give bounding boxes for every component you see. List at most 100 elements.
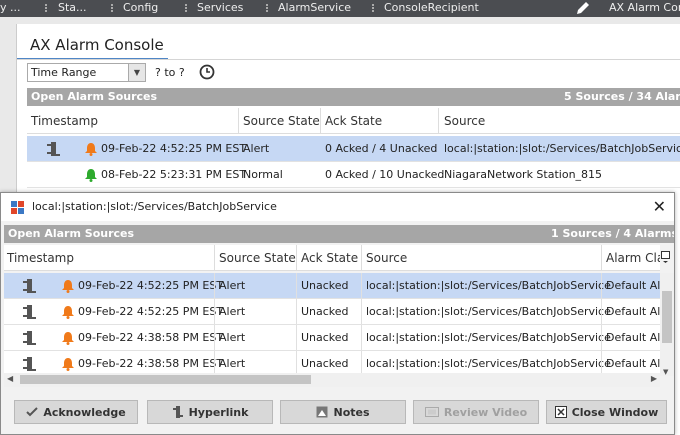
row-source: local:|station:|slot:/Services/BatchJobS… [366,357,611,370]
scrollbar-thumb[interactable] [20,375,311,384]
time-range-select[interactable]: Time Range ▼ [27,63,146,82]
nav-separator [185,4,187,12]
row-source-state: Normal [243,168,283,181]
nav-item-alarm-service[interactable]: AlarmService [278,1,351,14]
scrollbar-thumb[interactable] [662,291,672,343]
review-video-button[interactable]: Review Video [413,400,539,424]
hyperlink-icon [23,305,36,319]
hyperlink-icon [172,406,183,418]
section-summary: 5 Sources / 34 Alarm [564,90,680,103]
col-source-state[interactable]: Source State [243,114,320,128]
dialog-title-bar[interactable]: local:|station:|slot:/Services/BatchJobS… [1,193,674,221]
row-source-state: Alert [219,331,246,344]
dialog-section-summary: 1 Sources / 4 Alarms [551,227,674,240]
tab-ax-alarm-console[interactable]: AX Alarm Console [17,30,168,60]
scroll-down-icon[interactable]: ▼ [663,368,668,376]
row-ack-state: 0 Acked / 4 Unacked [325,142,438,155]
table-row[interactable]: 08-Feb-22 5:23:31 PM EST Normal 0 Acked … [27,162,680,188]
notes-icon [316,406,328,418]
row-source: local:|station:|slot:/Services/BatchJobS… [444,142,680,155]
scroll-left-icon[interactable]: ◀ [7,374,13,383]
row-timestamp: 09-Feb-22 4:52:25 PM EST [101,142,247,155]
hyperlink-icon [47,142,60,156]
row-alarm-class: Default Ala [606,357,660,370]
alarm-source-dialog: local:|station:|slot:/Services/BatchJobS… [0,192,675,435]
hyperlink-icon [23,357,36,371]
nav-item-station[interactable]: Sta... [58,1,87,14]
dialog-title: local:|station:|slot:/Services/BatchJobS… [32,200,277,213]
table-row[interactable]: 09-Feb-22 4:52:25 PM EST Alert Unacked l… [4,273,660,299]
section-title: Open Alarm Sources [31,90,158,103]
dialog-sources-header: Open Alarm Sources 1 Sources / 4 Alarms [4,225,674,243]
review-video-label: Review Video [443,406,528,419]
hyperlink-button[interactable]: Hyperlink [147,400,273,424]
nav-separator [266,4,268,12]
col-ack-state[interactable]: Ack State [301,251,358,265]
row-source: NiagaraNetwork Station_815 [444,168,603,181]
row-source-state: Alert [219,279,246,292]
dialog-section-title: Open Alarm Sources [8,227,135,240]
nav-separator [45,4,47,12]
close-icon[interactable]: ✕ [653,197,666,216]
row-ack-state: Unacked [301,331,349,344]
nav-item-console-recipient[interactable]: ConsoleRecipient [384,1,479,14]
time-range-text: ? to ? [155,66,185,79]
row-timestamp: 09-Feb-22 4:52:25 PM EST [78,305,224,318]
hyperlink-icon [23,279,36,293]
video-icon [424,407,439,417]
pencil-icon[interactable] [575,1,591,16]
row-alarm-class: Default Ala [606,305,660,318]
col-source-state[interactable]: Source State [219,251,296,265]
row-timestamp: 09-Feb-22 4:52:25 PM EST [78,279,224,292]
alert-bell-icon [62,358,74,371]
row-source-state: Alert [243,142,270,155]
row-source-state: Alert [219,305,246,318]
acknowledge-button[interactable]: Acknowledge [14,400,138,424]
nav-separator [111,4,113,12]
horizontal-scrollbar[interactable]: ◀ ▶ [4,373,660,387]
row-ack-state: Unacked [301,279,349,292]
close-window-icon [554,406,567,418]
table-row[interactable]: 09-Feb-22 4:38:58 PM EST Alert Unacked l… [4,325,660,351]
close-window-button[interactable]: Close Window [546,400,667,424]
col-source[interactable]: Source [366,251,407,265]
notes-button[interactable]: Notes [280,400,406,424]
nav-item-services[interactable]: Services [197,1,243,14]
app-icon [11,201,24,214]
vertical-scrollbar[interactable]: ▼ [660,273,674,376]
row-ack-state: Unacked [301,305,349,318]
open-alarm-sources-header: Open Alarm Sources 5 Sources / 34 Alarm [27,88,680,106]
acknowledge-label: Acknowledge [43,406,126,419]
col-alarm-class[interactable]: Alarm Cla [606,251,660,265]
alert-bell-icon [85,143,97,156]
table-row[interactable]: 09-Feb-22 4:52:25 PM EST Alert Unacked l… [4,299,660,325]
alert-bell-icon [62,332,74,345]
row-timestamp: 09-Feb-22 4:38:58 PM EST [78,357,224,370]
notes-label: Notes [333,406,370,419]
tab-divider [17,59,680,60]
alert-bell-icon [62,280,74,293]
nav-item-ax-alarm-console[interactable]: AX Alarm Conso [609,1,680,14]
scroll-right-icon[interactable]: ▶ [651,374,657,383]
row-timestamp: 09-Feb-22 4:38:58 PM EST [78,331,224,344]
close-window-label: Close Window [571,406,659,419]
row-ack-state: Unacked [301,357,349,370]
chevron-down-icon[interactable]: ▼ [128,64,145,81]
row-source-state: Alert [219,357,246,370]
nav-item-0[interactable]: y ... [0,1,21,14]
console-column-headers: Timestamp Source State Ack State Source [27,108,680,134]
row-alarm-class: Default Ala [606,331,660,344]
col-timestamp[interactable]: Timestamp [31,114,98,128]
clock-icon[interactable] [199,64,215,80]
col-source[interactable]: Source [444,114,485,128]
time-range-value: Time Range [31,66,97,79]
col-timestamp[interactable]: Timestamp [7,251,74,265]
acknowledge-icon [26,407,39,417]
normal-bell-icon [85,169,97,182]
column-chooser-icon[interactable] [661,251,671,263]
col-ack-state[interactable]: Ack State [325,114,382,128]
row-source: local:|station:|slot:/Services/BatchJobS… [366,305,611,318]
table-row[interactable]: 09-Feb-22 4:52:25 PM EST Alert 0 Acked /… [27,136,680,162]
nav-item-config[interactable]: Config [123,1,158,14]
row-ack-state: 0 Acked / 10 Unacked [325,168,445,181]
